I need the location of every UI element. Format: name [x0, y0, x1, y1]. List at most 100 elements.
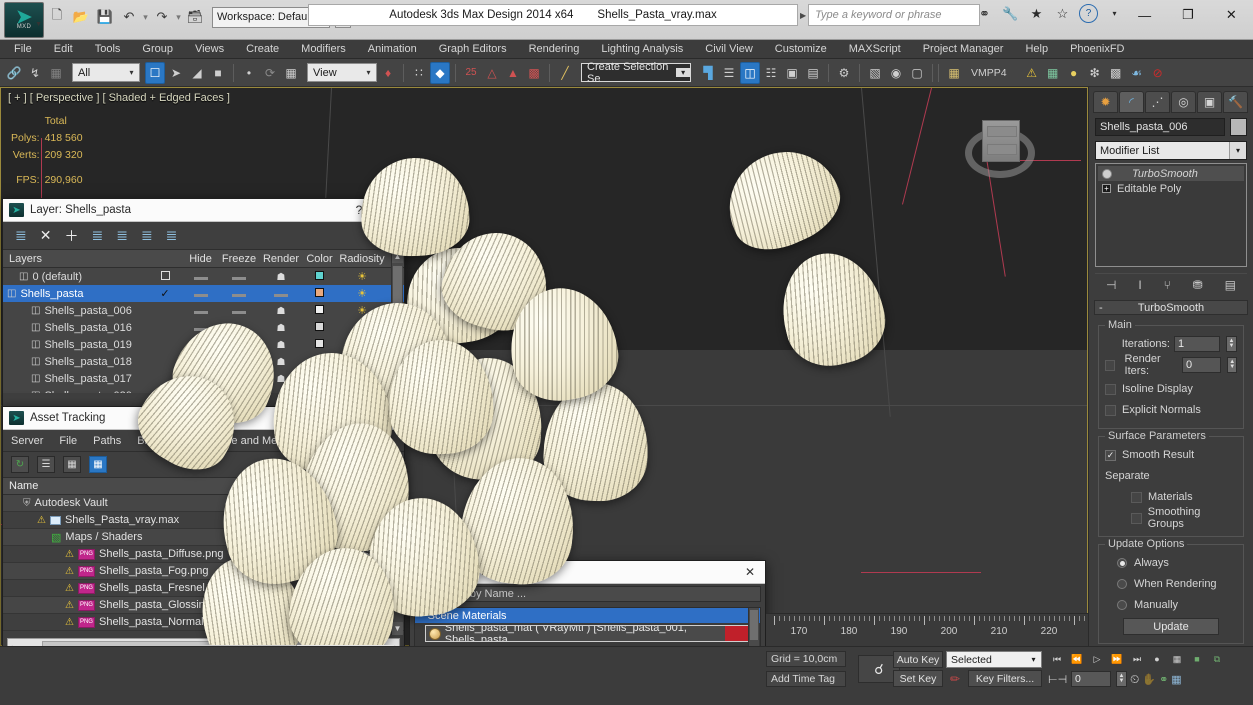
set-key-pencil-icon[interactable]: ✏ [946, 671, 964, 686]
create-tab[interactable]: ✹ [1093, 91, 1118, 113]
layer-radiosity-cell[interactable]: ☀ [336, 287, 388, 300]
add-selection-to-layer-icon[interactable]: ＋ [64, 226, 78, 246]
select-and-move-icon[interactable]: • [239, 62, 259, 84]
add-time-tag-button[interactable]: Add Time Tag [766, 671, 846, 687]
modifier-enable-icon[interactable] [1102, 168, 1112, 179]
vray-disable-icon[interactable]: ⊘ [1148, 62, 1168, 84]
iterations-spinner-arrows[interactable]: ▲ ▼ [1226, 336, 1237, 352]
modifier-stack-item-editablepoly[interactable]: + Editable Poly [1098, 181, 1244, 196]
mmb-search-input[interactable]: Search by Name ... [426, 586, 761, 602]
select-and-link-icon[interactable]: 🔗 [4, 62, 24, 84]
rendered-frame-window-icon[interactable]: ◉ [886, 62, 906, 84]
menu-item-lighting-analysis[interactable]: Lighting Analysis [590, 40, 694, 59]
layer-freeze-cell[interactable] [219, 271, 259, 283]
percent-snap-icon[interactable]: 25 [461, 62, 481, 84]
render-iters-spinner[interactable]: 0 [1181, 357, 1222, 373]
layer-dialog-titlebar[interactable]: ➤ Layer: Shells_pasta ? ✕ [3, 199, 404, 222]
layer-box-icon[interactable] [160, 270, 170, 280]
go-to-end-button[interactable]: ⏭ [1128, 651, 1146, 667]
zoom-extents-button[interactable]: ■ [1188, 651, 1206, 667]
key-selection-combo[interactable]: Selected ▾ [946, 651, 1042, 668]
menu-item-civil-view[interactable]: Civil View [694, 40, 763, 59]
menu-item-views[interactable]: Views [184, 40, 235, 59]
layer-row[interactable]: ◫ 0 (default) ☗ ☀ [3, 268, 404, 285]
mmb-scroll-thumb[interactable] [750, 610, 758, 640]
configure-modifier-sets-icon[interactable]: ▤ [1225, 278, 1236, 292]
smooth-result-checkbox[interactable]: ✓ [1105, 449, 1116, 461]
search-input[interactable]: Type a keyword or phrase [808, 4, 981, 26]
layer-manager-icon[interactable]: ◫ [740, 61, 760, 84]
menu-item-graph-editors[interactable]: Graph Editors [428, 40, 518, 59]
save-file-icon[interactable]: 💾 [94, 6, 116, 28]
help-dropdown-icon[interactable]: ▾ [1105, 4, 1124, 23]
layer-hide-cell[interactable] [182, 305, 219, 317]
select-by-name-icon[interactable]: ➤ [166, 62, 186, 84]
warning-icon[interactable]: ⚠ [1022, 62, 1042, 84]
view-cube-box-icon[interactable] [982, 120, 1020, 162]
material-editor-icon[interactable]: ⚙ [834, 62, 854, 84]
smoothing-groups-checkbox[interactable] [1131, 512, 1142, 524]
layer-color-cell[interactable] [303, 304, 336, 317]
materials-checkbox[interactable] [1131, 491, 1142, 503]
toggle-scene-explorer-icon[interactable]: ☷ [761, 62, 781, 84]
rollout-collapse-icon[interactable]: - [1099, 302, 1103, 314]
layer-render-cell[interactable]: ☗ [259, 322, 303, 334]
curve-editor-icon[interactable]: ▣ [782, 62, 802, 84]
key-filters-button[interactable]: Key Filters... [968, 670, 1042, 687]
asset-menu-file[interactable]: File [51, 435, 85, 447]
help-icon[interactable]: ? [1079, 4, 1098, 23]
schematic-view-icon[interactable]: ▤ [803, 62, 823, 84]
time-configuration-button[interactable]: ⏲ [1130, 672, 1139, 687]
utilities-tab[interactable]: 🔨 [1223, 91, 1248, 113]
minimize-button[interactable]: — [1123, 0, 1166, 30]
pan-view-button[interactable]: ✋ [1142, 673, 1156, 686]
set-key-button[interactable]: Set Key [893, 670, 943, 687]
set-current-layer-icon[interactable]: ≣ [116, 227, 128, 244]
asset-menu-server[interactable]: Server [3, 435, 51, 447]
modifier-stack[interactable]: TurboSmooth + Editable Poly [1095, 163, 1247, 267]
auto-key-button[interactable]: Auto Key [893, 651, 943, 668]
menu-item-rendering[interactable]: Rendering [518, 40, 591, 59]
zoom-extents-all-button[interactable]: ⧉ [1208, 651, 1226, 667]
mmb-material-item[interactable]: Shells_pasta_mat ( VRayMtl ) [Shells_pas… [425, 625, 756, 642]
layer-render-cell[interactable]: ☗ [259, 271, 303, 283]
manually-radio[interactable] [1117, 600, 1127, 610]
layer-row[interactable]: ◫ Shells_pasta ✓ ☀ [3, 285, 404, 302]
star-icon[interactable]: ☆ [1053, 4, 1072, 23]
menu-item-edit[interactable]: Edit [43, 40, 84, 59]
render-iters-checkbox[interactable] [1104, 359, 1115, 371]
layer-color-cell[interactable] [303, 270, 336, 283]
align-tool-icon[interactable]: ☰ [719, 62, 739, 84]
hierarchy-tab[interactable]: ⋰ [1145, 91, 1170, 113]
select-and-scale-icon[interactable]: ▦ [281, 62, 301, 84]
menu-item-help[interactable]: Help [1014, 40, 1059, 59]
mmb-group-scene-materials[interactable]: - Scene Materials [415, 608, 760, 623]
motion-tab[interactable]: ◎ [1171, 91, 1196, 113]
layer-freeze-cell[interactable] [219, 288, 259, 300]
show-end-result-icon[interactable]: I [1138, 278, 1141, 292]
time-configuration-button[interactable]: ▦ [1168, 651, 1186, 667]
current-frame-field[interactable]: 0 [1071, 671, 1111, 687]
edit-named-selection-icon[interactable]: ▲ [503, 62, 523, 84]
undo-dropdown-icon[interactable]: ▾ [142, 12, 149, 23]
select-object-icon[interactable]: ☐ [145, 61, 165, 84]
search-expand-icon[interactable]: ▶ [800, 11, 806, 20]
undo-icon[interactable]: ↶ [118, 6, 140, 28]
bind-to-space-warp-icon[interactable]: ▦ [46, 62, 66, 84]
select-and-rotate-icon[interactable]: ⟳ [260, 62, 280, 84]
selection-filter-combo[interactable]: All ▾ [72, 63, 140, 82]
menu-item-file[interactable]: File [0, 40, 43, 59]
asset-menu-paths[interactable]: Paths [85, 435, 129, 447]
select-region-icon[interactable]: ◢ [187, 62, 207, 84]
binoculars-icon[interactable]: ⚭ [975, 4, 994, 23]
layer-color-cell[interactable] [303, 321, 336, 334]
menu-item-tools[interactable]: Tools [84, 40, 132, 59]
app-logo-button[interactable]: ➤ MXD ▼ [4, 2, 44, 38]
use-pivot-point-center-icon[interactable]: ♦ [378, 62, 398, 84]
layer-scroll-thumb[interactable] [393, 266, 402, 306]
modifier-list-dropdown[interactable]: Modifier List ▾ [1095, 141, 1247, 160]
spinner-snap-icon[interactable]: △ [482, 62, 502, 84]
refresh-icon[interactable]: ↻ [11, 456, 29, 473]
layer-render-cell[interactable]: ☗ [259, 305, 303, 317]
expand-base-object-icon[interactable]: + [1102, 184, 1111, 193]
